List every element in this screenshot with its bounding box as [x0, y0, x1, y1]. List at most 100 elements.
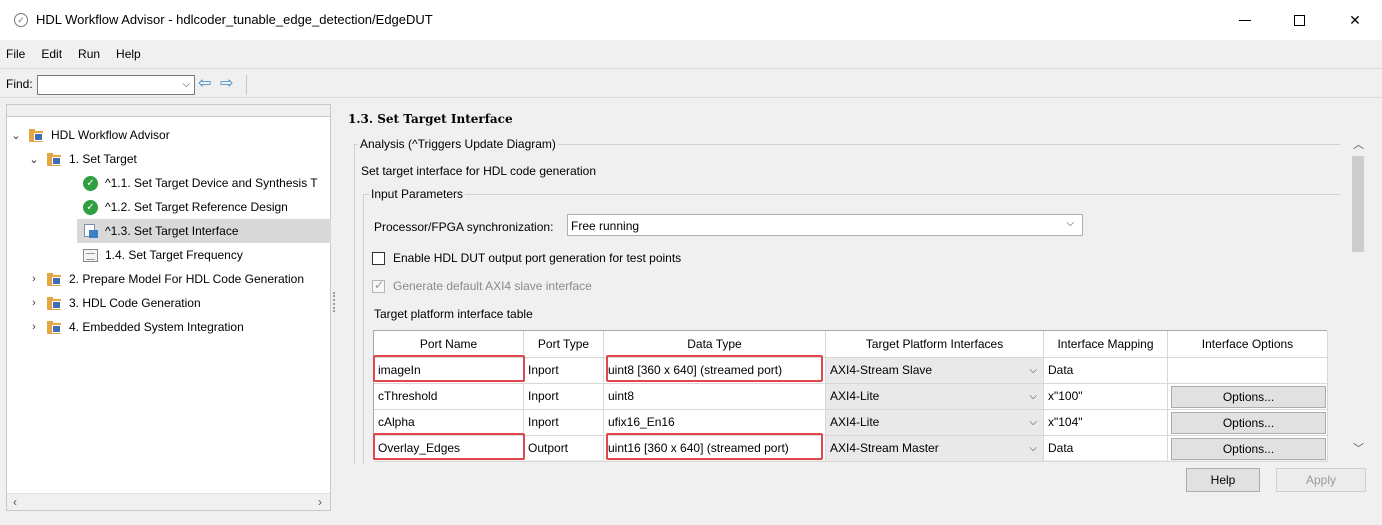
interface-dropdown[interactable]: AXI4-Stream Slave ⌵: [826, 358, 1044, 384]
apply-button[interactable]: Apply: [1276, 468, 1366, 492]
scrollbar-thumb[interactable]: [1352, 156, 1364, 252]
column-header: Port Type: [524, 331, 604, 358]
tree-item-label: 4. Embedded System Integration: [69, 320, 244, 334]
table-cell-mapping[interactable]: Data: [1044, 358, 1168, 384]
testpoint-checkbox[interactable]: [372, 251, 385, 265]
column-header: Interface Mapping: [1044, 331, 1168, 358]
sync-label: Processor/FPGA synchronization:: [374, 220, 554, 234]
tree-item-label: ^1.1. Set Target Device and Synthesis T: [105, 176, 318, 190]
menu-bar: File Edit Run Help: [0, 44, 149, 64]
tree-item-target-device[interactable]: ✓ ^1.1. Set Target Device and Synthesis …: [83, 171, 331, 195]
tree-item-label: 1.4. Set Target Frequency: [105, 248, 243, 262]
tree-item-target-frequency[interactable]: 1.4. Set Target Frequency: [83, 243, 331, 267]
tree-item-label: 2. Prepare Model For HDL Code Generation: [69, 272, 305, 286]
horizontal-scrollbar[interactable]: ‹ ›: [7, 493, 330, 510]
menu-run[interactable]: Run: [70, 44, 108, 64]
highlight-imagein-type: [606, 355, 823, 382]
table-cell-port-name[interactable]: cThreshold: [374, 384, 524, 410]
chevron-down-icon[interactable]: ⌵: [1029, 384, 1037, 409]
options-button[interactable]: Options...: [1171, 438, 1326, 460]
tree-item-hdl-workflow-advisor[interactable]: ⌄ HDL Workflow Advisor: [9, 123, 329, 147]
table-cell-mapping[interactable]: x"100": [1044, 384, 1168, 410]
tree-item-code-generation[interactable]: › 3. HDL Code Generation: [27, 291, 327, 315]
table-cell-port-type: Inport: [524, 358, 604, 384]
folder-icon: [47, 152, 63, 166]
maximize-icon: [1293, 14, 1305, 26]
highlight-overlay-type: [606, 433, 823, 460]
workflow-tree: ⌄ HDL Workflow Advisor ⌄ 1. Set Target ✓…: [6, 104, 331, 511]
tree-item-label: HDL Workflow Advisor: [51, 128, 170, 142]
scroll-left-icon[interactable]: ‹: [13, 495, 17, 509]
table-cell-port-type: Outport: [524, 436, 604, 462]
menu-help[interactable]: Help: [108, 44, 149, 64]
tree-item-reference-design[interactable]: ✓ ^1.2. Set Target Reference Design: [83, 195, 331, 219]
interface-dropdown[interactable]: AXI4-Stream Master ⌵: [826, 436, 1044, 462]
column-header: Target Platform Interfaces: [826, 331, 1044, 358]
tree-item-target-interface[interactable]: ^1.3. Set Target Interface: [77, 219, 331, 243]
axi4-checkbox-row: Generate default AXI4 slave interface: [372, 278, 592, 293]
table-cell-port-type: Inport: [524, 410, 604, 436]
options-button[interactable]: Options...: [1171, 412, 1326, 434]
chevron-down-icon[interactable]: ⌄: [9, 129, 23, 142]
table-label: Target platform interface table: [374, 307, 533, 321]
chevron-down-icon[interactable]: ⌄: [27, 153, 41, 166]
interface-dropdown[interactable]: AXI4-Lite ⌵: [826, 384, 1044, 410]
scroll-down-icon[interactable]: ﹀: [1353, 440, 1364, 456]
table-cell-data-type: uint8: [604, 384, 826, 410]
chevron-down-icon[interactable]: ⌵: [182, 79, 190, 90]
forward-arrow-icon[interactable]: ⇨: [220, 76, 238, 92]
sync-value: Free running: [571, 219, 640, 233]
column-header: Port Name: [374, 331, 524, 358]
scroll-right-icon[interactable]: ›: [318, 495, 322, 509]
interface-dropdown-value: AXI4-Stream Slave: [830, 363, 933, 377]
tree-item-label: 1. Set Target: [69, 152, 137, 166]
chevron-down-icon[interactable]: ⌵: [1066, 218, 1074, 229]
folder-icon: [29, 128, 45, 142]
analysis-legend: Analysis (^Triggers Update Diagram): [358, 137, 558, 151]
app-check-icon: ✓: [14, 13, 28, 27]
help-button[interactable]: Help: [1186, 468, 1260, 492]
table-cell-mapping[interactable]: Data: [1044, 436, 1168, 462]
find-input[interactable]: ⌵: [37, 75, 195, 95]
menu-edit[interactable]: Edit: [33, 44, 70, 64]
testpoint-checkbox-row[interactable]: Enable HDL DUT output port generation fo…: [372, 251, 681, 265]
interface-dropdown[interactable]: AXI4-Lite ⌵: [826, 410, 1044, 436]
find-label: Find:: [6, 77, 33, 91]
folder-icon: [47, 272, 63, 286]
task-list-icon: [83, 248, 98, 262]
chevron-right-icon[interactable]: ›: [27, 321, 41, 333]
sync-dropdown[interactable]: Free running ⌵: [567, 214, 1083, 236]
table-cell-port-type: Inport: [524, 384, 604, 410]
options-button[interactable]: Options...: [1171, 386, 1326, 408]
page-title: 1.3. Set Target Interface: [348, 112, 513, 126]
tree-header-strip: [7, 105, 330, 117]
input-parameters-legend: Input Parameters: [369, 187, 466, 201]
testpoint-checkbox-label: Enable HDL DUT output port generation fo…: [393, 251, 682, 265]
table-cell-mapping[interactable]: x"104": [1044, 410, 1168, 436]
tree-item-embedded-integration[interactable]: › 4. Embedded System Integration: [27, 315, 327, 339]
axi4-checkbox: [372, 278, 385, 293]
axi4-checkbox-label: Generate default AXI4 slave interface: [393, 279, 592, 293]
chevron-down-icon[interactable]: ⌵: [1029, 410, 1037, 435]
tree-item-prepare-model[interactable]: › 2. Prepare Model For HDL Code Generati…: [27, 267, 331, 291]
tree-item-set-target[interactable]: ⌄ 1. Set Target: [27, 147, 327, 171]
back-arrow-icon[interactable]: ⇦: [198, 76, 216, 92]
chevron-down-icon[interactable]: ⌵: [1029, 436, 1037, 461]
check-icon: ✓: [83, 199, 98, 215]
maximize-button[interactable]: [1276, 0, 1322, 40]
chevron-right-icon[interactable]: ›: [27, 297, 41, 309]
minimize-icon: [1239, 19, 1251, 21]
window-title: HDL Workflow Advisor - hdlcoder_tunable_…: [36, 12, 433, 27]
task-run-icon: [83, 224, 98, 238]
close-button[interactable]: ✕: [1332, 0, 1378, 40]
table-cell-options: [1168, 358, 1328, 384]
scroll-up-icon[interactable]: ︿: [1353, 136, 1364, 152]
vertical-scrollbar[interactable]: ︿ ﹀: [1346, 130, 1370, 460]
menu-file[interactable]: File: [0, 44, 33, 64]
column-header: Data Type: [604, 331, 826, 358]
chevron-down-icon[interactable]: ⌵: [1029, 358, 1037, 383]
column-header: Interface Options: [1168, 331, 1328, 358]
panel-splitter[interactable]: [333, 292, 335, 312]
chevron-right-icon[interactable]: ›: [27, 273, 41, 285]
minimize-button[interactable]: [1222, 0, 1268, 40]
